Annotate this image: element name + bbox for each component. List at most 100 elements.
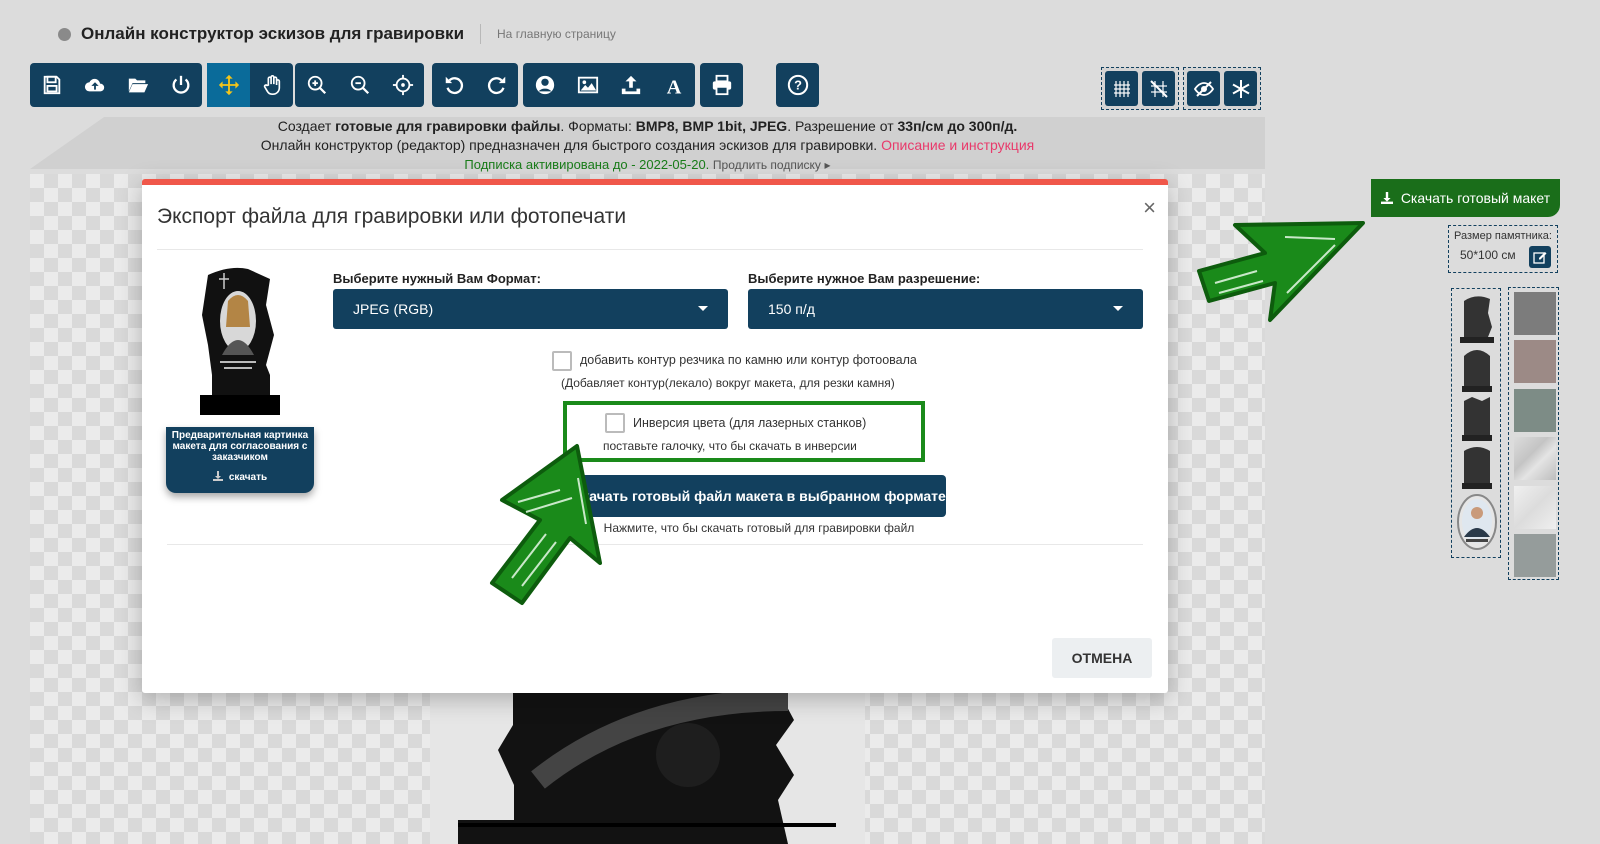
image-button[interactable] — [566, 63, 609, 107]
eye-slash-icon — [1193, 80, 1214, 97]
zoom-group — [295, 63, 424, 107]
upload-icon — [621, 75, 640, 95]
zoom-out-icon — [350, 75, 369, 95]
text-icon: A — [666, 76, 681, 96]
grid-tools — [1101, 67, 1179, 110]
history-group — [432, 63, 518, 107]
home-link[interactable]: На главную страницу — [497, 27, 616, 41]
stone-texture-panel — [1508, 287, 1559, 580]
view-tools — [1183, 67, 1261, 110]
undo-icon — [445, 76, 463, 95]
info-text: . Разрешение от — [787, 118, 898, 134]
visibility-button[interactable] — [1187, 71, 1220, 106]
grid-button[interactable] — [1105, 71, 1138, 106]
resolution-select[interactable]: 150 п/д — [748, 289, 1143, 329]
export-modal: Экспорт файла для гравировки или фотопеч… — [142, 179, 1168, 693]
zoom-out-button[interactable] — [338, 63, 381, 107]
download-file-button[interactable]: Скачать готовый файл макета в выбранном … — [572, 475, 946, 517]
stone-texture-brown[interactable] — [1514, 340, 1556, 383]
stone-texture-green[interactable] — [1514, 389, 1556, 432]
open-button[interactable] — [116, 63, 159, 107]
help-button[interactable]: ? — [776, 63, 819, 107]
shape-option-1[interactable] — [1460, 293, 1494, 343]
shape-option-2[interactable] — [1460, 346, 1494, 392]
invert-label: Инверсия цвета (для лазерных станков) — [633, 416, 867, 430]
contour-label: добавить контур резчика по камню или кон… — [580, 353, 917, 367]
monument-preview — [458, 690, 836, 844]
download-icon — [1380, 192, 1393, 204]
help-group: ? — [776, 63, 819, 107]
cancel-button[interactable]: ОТМЕНА — [1052, 638, 1152, 678]
move-icon — [218, 74, 239, 96]
renew-subscription-link[interactable]: Продлить подписку — [713, 158, 821, 172]
save-button[interactable] — [30, 63, 73, 107]
stone-texture-marble[interactable] — [1514, 437, 1556, 480]
info-formats: BMP8, BMP 1bit, JPEG — [635, 118, 788, 134]
user-button[interactable] — [523, 63, 566, 107]
freeze-button[interactable] — [1224, 71, 1257, 106]
invert-checkbox[interactable] — [605, 413, 625, 433]
grid-off-icon — [1149, 79, 1168, 98]
resolution-label: Выберите нужное Вам разрешение: — [748, 271, 981, 286]
center-button[interactable] — [381, 63, 424, 107]
grid-off-button[interactable] — [1142, 71, 1175, 106]
monument-size-panel: Размер памятника: 50*100 см — [1448, 225, 1558, 273]
zoom-in-button[interactable] — [295, 63, 338, 107]
print-group — [700, 63, 743, 107]
mode-group — [207, 63, 293, 107]
user-icon — [535, 75, 554, 95]
redo-button[interactable] — [475, 63, 518, 107]
divider — [157, 249, 1143, 250]
preview-card[interactable]: Предварительная картинка макета для согл… — [166, 427, 314, 493]
info-text: . Форматы: — [560, 118, 636, 134]
download-layout-button[interactable]: Скачать готовый макет — [1371, 179, 1560, 217]
shape-option-3[interactable] — [1460, 395, 1494, 441]
cloud-upload-button[interactable] — [73, 63, 116, 107]
stone-texture-slate[interactable] — [1514, 534, 1556, 577]
preview-download-label: скачать — [228, 472, 268, 483]
stone-texture-white[interactable] — [1514, 486, 1556, 529]
format-select[interactable]: JPEG (RGB) — [333, 289, 728, 329]
download-layout-label: Скачать готовый макет — [1400, 190, 1551, 206]
size-value: 50*100 см — [1460, 248, 1516, 262]
hand-tool-button[interactable] — [250, 63, 293, 107]
preview-image — [200, 267, 280, 415]
info-banner: Создает готовые для гравировки файлы. Фо… — [0, 117, 1295, 175]
monument-shapes-panel — [1451, 288, 1501, 558]
zoom-in-icon — [307, 75, 326, 95]
snowflake-icon — [1232, 79, 1249, 98]
download-icon — [212, 471, 223, 481]
save-icon — [43, 75, 60, 95]
info-text-bold: готовые для гравировки файлы — [335, 118, 561, 134]
text-button[interactable]: A — [652, 63, 695, 107]
shape-option-4[interactable] — [1460, 443, 1494, 489]
close-icon[interactable]: × — [1143, 195, 1156, 221]
format-value: JPEG (RGB) — [353, 301, 434, 317]
svg-text:?: ? — [794, 78, 802, 93]
edit-size-button[interactable] — [1529, 246, 1551, 268]
contour-checkbox[interactable] — [552, 351, 572, 371]
move-tool-button[interactable] — [207, 63, 250, 107]
hand-icon — [263, 75, 280, 95]
stone-texture-gray[interactable] — [1514, 292, 1556, 335]
info-line-2: Онлайн конструктор (редактор) предназнач… — [0, 136, 1295, 155]
help-icon: ? — [787, 74, 808, 96]
print-icon — [712, 74, 731, 96]
undo-button[interactable] — [432, 63, 475, 107]
photo-oval-option[interactable] — [1456, 493, 1498, 551]
svg-text:A: A — [666, 76, 681, 96]
download-hint: Нажмите, что бы скачать готовый для грав… — [603, 521, 915, 535]
instructions-link[interactable]: Описание и инструкция — [881, 137, 1034, 153]
annotation-arrow-icon — [490, 444, 602, 605]
power-button[interactable] — [159, 63, 202, 107]
print-button[interactable] — [700, 63, 743, 107]
info-text: Создает — [277, 118, 336, 134]
annotation-arrow-icon — [1197, 221, 1365, 322]
status-dot — [58, 27, 71, 41]
format-label: Выберите нужный Вам Формат: — [333, 271, 541, 286]
image-icon — [577, 76, 598, 94]
preview-download-link[interactable]: скачать — [166, 471, 314, 483]
edit-icon — [1533, 252, 1547, 264]
chevron-right-icon: ▸ — [824, 158, 831, 172]
upload-button[interactable] — [609, 63, 652, 107]
